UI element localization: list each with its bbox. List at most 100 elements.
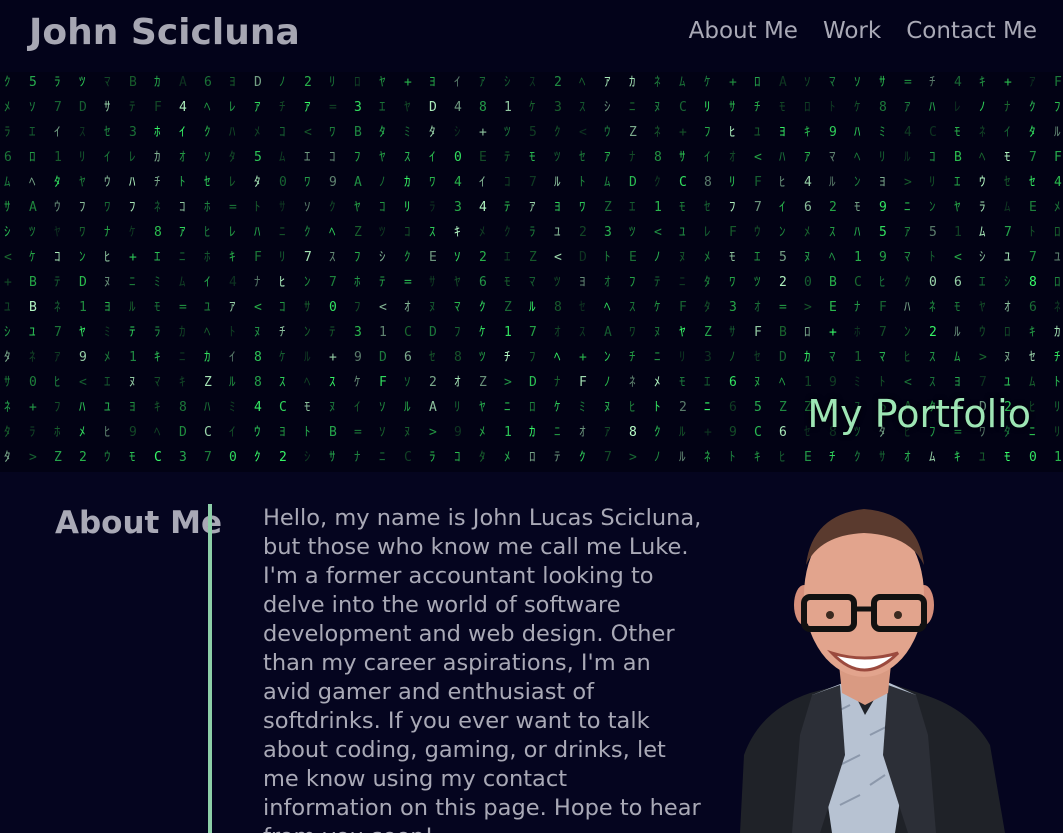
matrix-glyph: ﾏ [829, 150, 836, 165]
matrix-glyph: ﾇ [604, 400, 611, 415]
matrix-glyph: E [629, 250, 637, 265]
matrix-glyph: ﾎ [854, 325, 861, 340]
matrix-glyph: ｳ [104, 175, 111, 190]
matrix-glyph: ﾅ [254, 275, 261, 290]
hero-title: My Portfolio [807, 392, 1031, 436]
matrix-glyph: ﾘ [929, 175, 936, 190]
nav-link-contact-me[interactable]: Contact Me [906, 18, 1037, 44]
matrix-glyph: ﾇ [754, 375, 761, 390]
matrix-glyph: Z [354, 225, 362, 240]
matrix-glyph: ｴ [154, 250, 161, 265]
matrix-glyph: ﾒ [79, 425, 86, 440]
matrix-glyph: ﾑ [279, 150, 286, 165]
matrix-glyph: ﾗ [29, 425, 36, 440]
matrix-glyph: ﾇ [104, 275, 111, 290]
matrix-glyph: ｻ [304, 300, 311, 315]
matrix-glyph: ﾏ [154, 375, 161, 390]
matrix-glyph: ﾊ [904, 300, 911, 315]
matrix-glyph: ﾙ [679, 450, 686, 465]
matrix-glyph: 7 [1004, 225, 1012, 240]
matrix-glyph: 5 [529, 125, 537, 140]
about-paragraph: Hello, my name is John Lucas Scicluna, b… [263, 505, 702, 833]
matrix-glyph: ﾁ [154, 175, 161, 190]
matrix-glyph: 4 [954, 75, 962, 90]
matrix-glyph: ｷ [979, 75, 986, 90]
matrix-glyph: ｹ [654, 300, 661, 315]
matrix-glyph: B [129, 75, 137, 90]
matrix-glyph: C [404, 450, 412, 465]
matrix-glyph: ｶ [404, 175, 411, 190]
matrix-glyph: ｹ [279, 350, 286, 365]
matrix-glyph: 4 [254, 400, 262, 415]
matrix-glyph: 6 [479, 275, 487, 290]
matrix-glyph: ﾏ [904, 250, 911, 265]
matrix-glyph: ﾔ [404, 100, 411, 115]
matrix-glyph: ﾓ [1004, 450, 1011, 465]
matrix-glyph: ﾚ [229, 225, 236, 240]
matrix-glyph: ﾄ [304, 425, 311, 440]
matrix-glyph: ｱ [529, 200, 536, 215]
matrix-glyph: ﾜ [104, 200, 111, 215]
matrix-glyph: ﾇ [1004, 350, 1011, 365]
matrix-glyph: ｹ [354, 375, 361, 390]
matrix-glyph: ﾗ [54, 75, 61, 90]
matrix-glyph: 6 [404, 350, 412, 365]
matrix-glyph: C [154, 450, 162, 465]
matrix-glyph: ｸ [1029, 100, 1036, 115]
matrix-glyph: B [779, 325, 787, 340]
matrix-glyph: 7 [54, 100, 62, 115]
matrix-glyph: F [579, 375, 587, 390]
matrix-glyph: ﾓ [504, 275, 511, 290]
matrix-glyph: ｳ [54, 200, 61, 215]
nav-link-about-me[interactable]: About Me [689, 18, 798, 44]
matrix-glyph: ﾌ [354, 150, 361, 165]
matrix-glyph: ｾ [579, 150, 586, 165]
matrix-glyph: ﾋ [779, 450, 786, 465]
matrix-glyph: ﾊ [929, 100, 936, 115]
matrix-glyph: ﾘ [279, 250, 286, 265]
matrix-glyph: 1 [654, 200, 662, 215]
matrix-glyph: ﾛ [529, 450, 536, 465]
matrix-glyph: ｶ [529, 425, 536, 440]
matrix-glyph: ﾂ [29, 225, 36, 240]
matrix-glyph: ﾁ [629, 350, 636, 365]
matrix-glyph: < [554, 250, 562, 265]
matrix-glyph: ﾜ [729, 275, 736, 290]
matrix-glyph: < [379, 300, 387, 315]
nav-link-work[interactable]: Work [823, 18, 881, 44]
matrix-glyph: ﾚ [229, 175, 236, 190]
matrix-glyph: ﾙ [1054, 125, 1061, 140]
matrix-glyph: ﾀ [4, 450, 11, 465]
matrix-glyph: ﾈ [29, 350, 36, 365]
matrix-glyph: ﾏ [104, 75, 111, 90]
matrix-glyph: + [479, 125, 487, 140]
matrix-glyph: ﾘ [729, 175, 736, 190]
matrix-glyph: 1 [804, 375, 812, 390]
matrix-glyph: ｺ [179, 200, 186, 215]
matrix-glyph: F [1054, 75, 1062, 90]
matrix-glyph: ﾄ [879, 375, 886, 390]
matrix-glyph: ﾐ [879, 125, 886, 140]
matrix-glyph: ﾉ [654, 250, 661, 265]
matrix-glyph: Z [704, 325, 712, 340]
matrix-glyph: ｺ [54, 250, 61, 265]
matrix-glyph: ﾘ [879, 150, 886, 165]
matrix-glyph: 2 [304, 75, 312, 90]
matrix-glyph: ﾕ [1004, 250, 1011, 265]
matrix-glyph: ﾅ [854, 300, 861, 315]
matrix-glyph: ﾕ [4, 300, 11, 315]
matrix-glyph: ｶ [154, 75, 161, 90]
matrix-glyph: ﾍ [579, 75, 586, 90]
matrix-glyph: 0 [454, 150, 462, 165]
matrix-glyph: 1 [504, 100, 512, 115]
matrix-glyph: ﾘ [704, 100, 711, 115]
matrix-glyph: = [354, 425, 362, 440]
matrix-glyph: ｸ [254, 450, 261, 465]
matrix-glyph: ﾆ [179, 350, 186, 365]
matrix-glyph: ﾒ [504, 450, 511, 465]
matrix-glyph: E [829, 300, 837, 315]
matrix-glyph: C [679, 175, 687, 190]
matrix-glyph: ﾌ [704, 125, 711, 140]
matrix-glyph: ﾋ [729, 125, 736, 140]
matrix-glyph: D [579, 250, 587, 265]
